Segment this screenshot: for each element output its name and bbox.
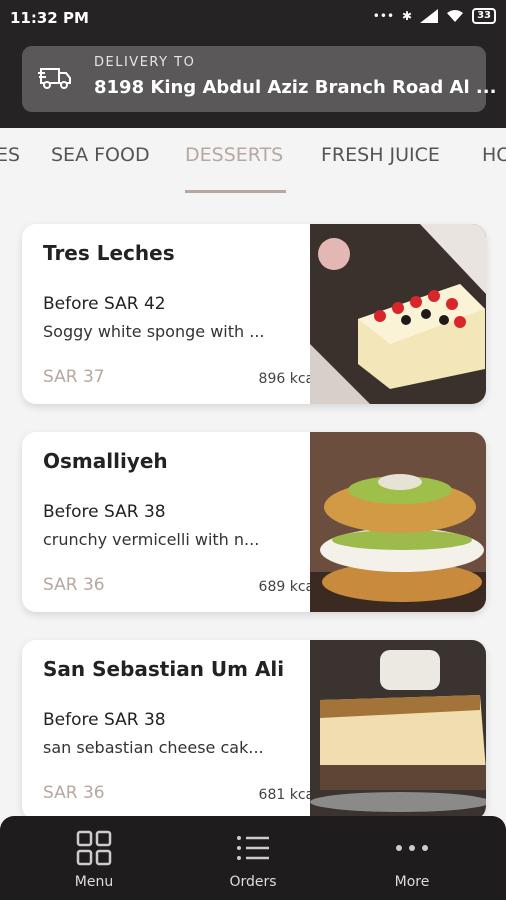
item-description: Soggy white sponge with ...	[43, 322, 265, 341]
nav-menu-label: Menu	[74, 874, 114, 890]
status-bar: 11:32 PM ••• ✱ 33	[0, 0, 506, 36]
bluetooth-icon: ✱	[402, 9, 413, 23]
nav-orders[interactable]: Orders	[203, 830, 303, 890]
list-icon	[237, 836, 269, 860]
battery-icon: 33	[472, 8, 496, 24]
menu-item-card[interactable]: San Sebastian Um Ali Before SAR 38 san s…	[22, 640, 486, 820]
nav-more-label: More	[394, 874, 430, 890]
item-description: crunchy vermicelli with n...	[43, 530, 260, 549]
item-before-price: Before SAR 42	[43, 294, 166, 314]
item-price: SAR 36	[43, 783, 105, 803]
nav-more[interactable]: More	[362, 830, 462, 890]
tab-fresh-juice[interactable]: FRESH JUICE	[321, 144, 440, 166]
item-name: Osmalliyeh	[43, 449, 168, 473]
item-name: San Sebastian Um Ali	[43, 657, 285, 681]
wifi-icon	[447, 10, 464, 22]
tab-partial-left[interactable]: ES	[0, 144, 20, 166]
header: DELIVERY TO 8198 King Abdul Aziz Branch …	[0, 36, 506, 128]
delivery-label: DELIVERY TO	[94, 55, 196, 70]
delivery-address-button[interactable]: DELIVERY TO 8198 King Abdul Aziz Branch …	[22, 46, 496, 112]
status-icons: ••• ✱ 33	[373, 8, 496, 24]
item-image	[310, 640, 486, 820]
nav-orders-label: Orders	[229, 874, 277, 890]
tab-partial-right[interactable]: HO	[482, 144, 506, 166]
status-time: 11:32 PM	[10, 9, 89, 27]
truck-icon	[38, 68, 71, 89]
item-image	[310, 432, 486, 612]
grid-icon	[76, 830, 112, 866]
item-price: SAR 36	[43, 575, 105, 595]
item-before-price: Before SAR 38	[43, 710, 166, 730]
item-name: Tres Leches	[43, 241, 175, 265]
signal-icon	[420, 9, 439, 23]
category-tabs: ES SEA FOOD DESSERTS FRESH JUICE HO	[0, 128, 506, 198]
active-tab-indicator	[185, 190, 286, 193]
tab-sea-food[interactable]: SEA FOOD	[51, 144, 150, 166]
menu-item-card[interactable]: Osmalliyeh Before SAR 38 crunchy vermice…	[22, 432, 486, 612]
item-before-price: Before SAR 38	[43, 502, 166, 522]
nav-menu[interactable]: Menu	[44, 830, 144, 890]
delivery-address: 8198 King Abdul Aziz Branch Road Al ...	[94, 77, 497, 98]
more-dots-icon	[396, 845, 428, 851]
item-description: san sebastian cheese cak...	[43, 738, 264, 757]
dots-icon: •••	[372, 9, 395, 23]
tab-desserts[interactable]: DESSERTS	[185, 144, 283, 166]
item-image	[310, 224, 486, 404]
bottom-nav: Menu Orders More	[0, 816, 506, 900]
item-price: SAR 37	[43, 367, 105, 387]
menu-item-card[interactable]: Tres Leches Before SAR 42 Soggy white sp…	[22, 224, 486, 404]
